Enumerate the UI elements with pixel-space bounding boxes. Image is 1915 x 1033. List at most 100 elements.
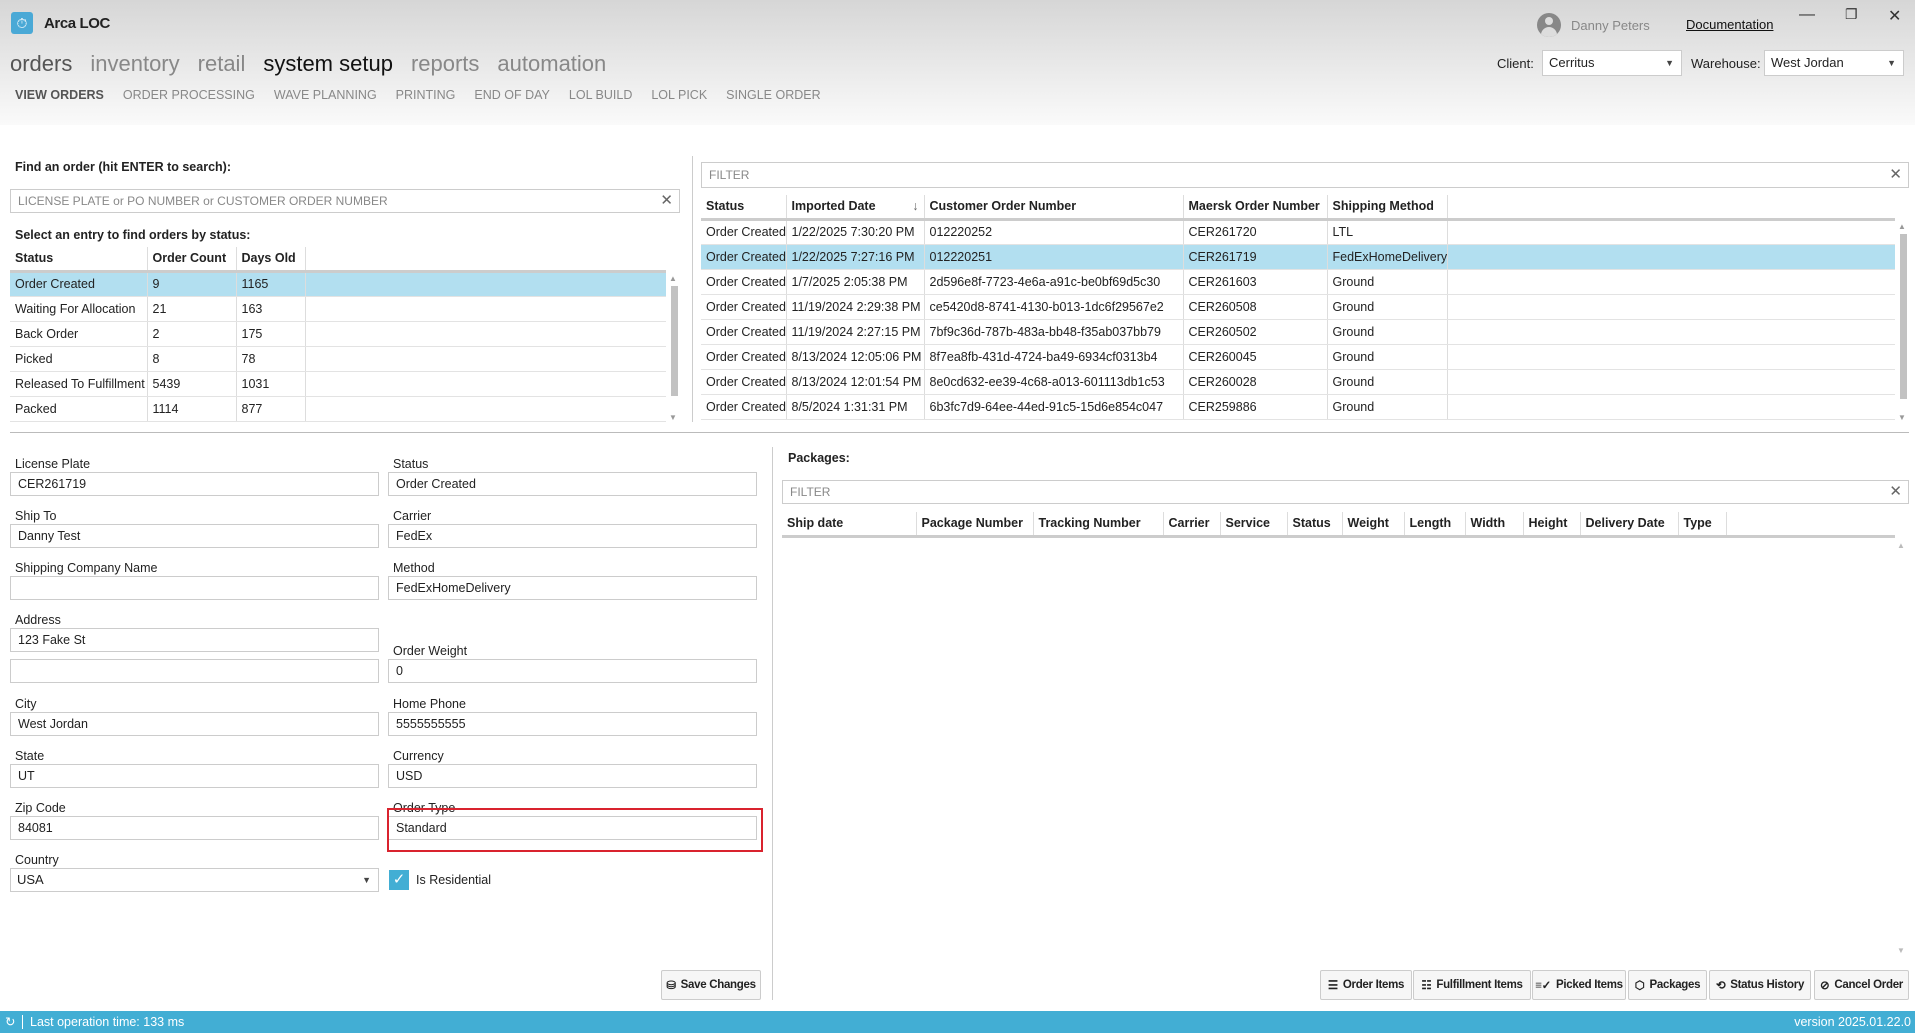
subnav-order-processing[interactable]: ORDER PROCESSING bbox=[123, 88, 255, 102]
minimize-icon[interactable]: — bbox=[1799, 6, 1815, 24]
home-phone-field[interactable]: 5555555555 bbox=[388, 712, 757, 736]
zip-field[interactable]: 84081 bbox=[10, 816, 379, 840]
nav-reports[interactable]: reports bbox=[411, 51, 479, 77]
clear-icon[interactable]: ✕ bbox=[660, 190, 673, 212]
subnav-view-orders[interactable]: VIEW ORDERS bbox=[15, 88, 104, 102]
column-header[interactable]: Width bbox=[1465, 512, 1524, 538]
column-header[interactable]: Height bbox=[1523, 512, 1581, 538]
table-row[interactable]: Order Created 11/19/2024 2:27:15 PM 7bf9c3… bbox=[701, 319, 1895, 345]
column-header[interactable]: Length bbox=[1404, 512, 1466, 538]
table-row[interactable]: Order Created 8/5/2024 1:31:31 PM 6b3fc7d9… bbox=[701, 394, 1895, 420]
column-filler bbox=[1726, 512, 1895, 538]
scroll-thumb[interactable] bbox=[1900, 234, 1907, 399]
column-header[interactable]: Shipping Method bbox=[1327, 195, 1448, 221]
table-row[interactable]: Picked 8 78 bbox=[10, 346, 666, 372]
subnav-single-order[interactable]: SINGLE ORDER bbox=[726, 88, 820, 102]
table-row[interactable]: Order Created 9 1165 bbox=[10, 271, 666, 297]
scroll-up-icon[interactable]: ▲ bbox=[1897, 541, 1905, 550]
subnav-wave-planning[interactable]: WAVE PLANNING bbox=[274, 88, 377, 102]
picked-items-button[interactable]: ≡✓ Picked Items bbox=[1532, 970, 1626, 1000]
column-header[interactable]: Customer Order Number bbox=[924, 195, 1184, 221]
column-header[interactable]: Weight bbox=[1342, 512, 1405, 538]
country-select[interactable]: USA ▼ bbox=[10, 868, 379, 892]
packages-filter-input[interactable]: FILTER ✕ bbox=[782, 480, 1909, 504]
table-row[interactable]: Waiting For Allocation 21 163 bbox=[10, 296, 666, 322]
warehouse-select[interactable]: West Jordan ▼ bbox=[1764, 50, 1904, 76]
status-field[interactable]: Order Created bbox=[388, 472, 757, 496]
table-row[interactable]: Order Created 1/22/2025 7:30:20 PM 0122202… bbox=[701, 219, 1895, 245]
table-row[interactable]: Back Order 2 175 bbox=[10, 321, 666, 347]
column-header[interactable]: Order Count bbox=[147, 247, 237, 273]
client-select[interactable]: Cerritus ▼ bbox=[1542, 50, 1682, 76]
table-row[interactable]: Order Created 1/7/2025 2:05:38 PM 2d596e8f… bbox=[701, 269, 1895, 295]
restore-icon[interactable]: ❐ bbox=[1845, 6, 1858, 23]
scroll-down-icon[interactable]: ▼ bbox=[1897, 946, 1905, 955]
nav-system-setup[interactable]: system setup bbox=[263, 51, 393, 77]
address-field[interactable]: 123 Fake St bbox=[10, 628, 379, 652]
subnav-end-of-day[interactable]: END OF DAY bbox=[474, 88, 549, 102]
refresh-icon[interactable]: ↻ bbox=[5, 1011, 15, 1033]
table-row[interactable]: Order Created 8/13/2024 12:05:06 PM 8f7ea8… bbox=[701, 344, 1895, 370]
documentation-link[interactable]: Documentation bbox=[1686, 17, 1773, 32]
subnav-lol-pick[interactable]: LOL PICK bbox=[651, 88, 707, 102]
orders-filter-input[interactable]: FILTER ✕ bbox=[701, 162, 1909, 188]
scroll-down-icon[interactable]: ▼ bbox=[1898, 413, 1906, 422]
is-residential-checkbox[interactable]: ✓ bbox=[389, 870, 409, 890]
save-changes-button[interactable]: ⛁ Save Changes bbox=[661, 970, 761, 1000]
clear-icon[interactable]: ✕ bbox=[1889, 163, 1902, 187]
subnav-printing[interactable]: PRINTING bbox=[396, 88, 456, 102]
subnav-lol-build[interactable]: LOL BUILD bbox=[569, 88, 632, 102]
state-field[interactable]: UT bbox=[10, 764, 379, 788]
shipping-company-field[interactable] bbox=[10, 576, 379, 600]
column-header[interactable]: Service bbox=[1220, 512, 1288, 538]
column-header[interactable]: Status bbox=[701, 195, 787, 221]
table-row[interactable]: Packed 1114 877 bbox=[10, 396, 666, 422]
nav-automation[interactable]: automation bbox=[497, 51, 606, 77]
fulfillment-items-button[interactable]: ☷ Fulfillment Items bbox=[1413, 970, 1531, 1000]
column-header[interactable]: Tracking Number bbox=[1033, 512, 1164, 538]
column-header[interactable]: Ship date bbox=[782, 512, 917, 538]
scroll-thumb[interactable] bbox=[671, 286, 678, 396]
column-header[interactable]: Days Old bbox=[236, 247, 306, 273]
table-row[interactable]: Order Created 8/13/2024 12:01:54 PM 8e0cd6… bbox=[701, 369, 1895, 395]
order-search-input[interactable]: LICENSE PLATE or PO NUMBER or CUSTOMER O… bbox=[10, 189, 680, 213]
scroll-down-icon[interactable]: ▼ bbox=[669, 413, 677, 422]
column-header[interactable]: Delivery Date bbox=[1580, 512, 1679, 538]
currency-field[interactable]: USD bbox=[388, 764, 757, 788]
table-row[interactable]: Order Created 11/19/2024 2:29:38 PM ce5420… bbox=[701, 294, 1895, 320]
method-label: Method bbox=[393, 561, 435, 575]
status-table-scrollbar[interactable]: ▲ ▼ bbox=[669, 274, 679, 422]
sort-descending-icon[interactable]: ↓ bbox=[912, 199, 918, 213]
nav-retail[interactable]: retail bbox=[198, 51, 246, 77]
app-logo-icon: ⏱ bbox=[11, 12, 33, 34]
order-items-button[interactable]: ☰ Order Items bbox=[1320, 970, 1412, 1000]
ship-to-field[interactable]: Danny Test bbox=[10, 524, 379, 548]
orders-table-scrollbar[interactable]: ▲ ▼ bbox=[1898, 222, 1908, 422]
method-field[interactable]: FedExHomeDelivery bbox=[388, 576, 757, 600]
address-line2-field[interactable] bbox=[10, 659, 379, 683]
filter-placeholder: FILTER bbox=[790, 485, 831, 499]
scroll-up-icon[interactable]: ▲ bbox=[669, 274, 677, 283]
user-menu[interactable]: Danny Peters bbox=[1537, 13, 1650, 37]
license-plate-field[interactable]: CER261719 bbox=[10, 472, 379, 496]
table-row[interactable]: Released To Fulfillment 5439 1031 bbox=[10, 371, 666, 397]
scroll-up-icon[interactable]: ▲ bbox=[1898, 222, 1906, 231]
carrier-field[interactable]: FedEx bbox=[388, 524, 757, 548]
packages-button[interactable]: ⬡ Packages bbox=[1628, 970, 1707, 1000]
column-header[interactable]: Package Number bbox=[916, 512, 1034, 538]
nav-inventory[interactable]: inventory bbox=[90, 51, 179, 77]
close-window-icon[interactable]: ✕ bbox=[1888, 6, 1901, 26]
table-row[interactable]: Order Created 1/22/2025 7:27:16 PM 0122202… bbox=[701, 244, 1895, 270]
nav-orders[interactable]: orders bbox=[10, 51, 72, 77]
status-history-button[interactable]: ⟲ Status History bbox=[1709, 970, 1811, 1000]
city-field[interactable]: West Jordan bbox=[10, 712, 379, 736]
column-header[interactable]: Status bbox=[10, 247, 148, 273]
order-weight-field[interactable]: 0 bbox=[388, 659, 757, 683]
column-header[interactable]: Carrier bbox=[1163, 512, 1221, 538]
clear-icon[interactable]: ✕ bbox=[1889, 481, 1902, 503]
cancel-order-button[interactable]: ⊘ Cancel Order bbox=[1814, 970, 1909, 1000]
column-header[interactable]: Maersk Order Number bbox=[1183, 195, 1328, 221]
column-header[interactable]: Type bbox=[1678, 512, 1727, 538]
column-header[interactable]: Imported Date ↓ bbox=[786, 195, 925, 221]
column-header[interactable]: Status bbox=[1287, 512, 1343, 538]
